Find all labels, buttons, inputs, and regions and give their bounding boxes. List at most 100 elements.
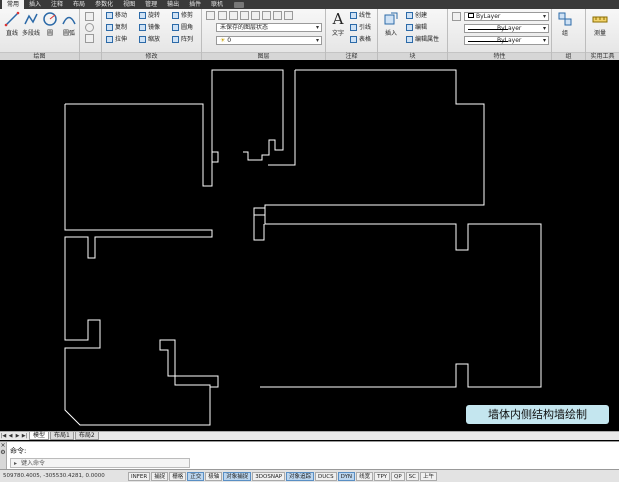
layer-tool-5-icon[interactable] [262, 11, 271, 20]
modify-tool[interactable]: 复制 [106, 23, 127, 32]
block-panel-title[interactable]: 块 [378, 52, 447, 60]
modify-tool-label: 拉伸 [115, 36, 128, 43]
ribbon-tab[interactable]: 参数化 [90, 0, 118, 9]
close-icon[interactable]: × [0, 442, 6, 449]
wall-outline-right-main [260, 215, 542, 388]
leader-tool[interactable]: 引线 [350, 23, 371, 32]
ellipse-icon[interactable] [85, 23, 94, 32]
drawing-canvas[interactable]: 墙体内侧结构墙绘制 [0, 60, 619, 431]
status-toggle-button[interactable]: 对象捕捉 [223, 471, 252, 481]
rectangle-icon[interactable] [85, 12, 94, 21]
modify-tool-icon [139, 12, 146, 19]
draw-panel-title[interactable]: 绘图 [0, 52, 79, 60]
modify-tool-label: 旋转 [148, 12, 161, 19]
table-tool[interactable]: 表格 [350, 35, 371, 44]
status-toggle-button[interactable]: DUCS [315, 471, 337, 481]
layer-tool-3-icon[interactable] [240, 11, 249, 20]
layer-tool-4-icon[interactable] [251, 11, 260, 20]
first-layout-button[interactable]: |◀ [0, 432, 7, 440]
status-toggle-button[interactable]: QP [391, 471, 405, 481]
match-properties-icon[interactable] [452, 12, 461, 21]
command-area: × ⚙ 命令: ▸ 键入命令 [0, 441, 619, 470]
leader-icon [350, 24, 357, 31]
groups-panel-title[interactable]: 组 [552, 52, 585, 60]
group-tool[interactable]: 组 [554, 11, 576, 37]
modify-tool[interactable]: 阵列 [172, 35, 193, 44]
status-toggle-button[interactable]: 捕捉 [151, 471, 169, 481]
ribbon-tab[interactable]: 常用 [2, 0, 25, 9]
modify-tool[interactable]: 旋转 [139, 11, 160, 20]
layer-state-dropdown[interactable]: 未保存的图层状态 [216, 23, 322, 32]
insert-tool[interactable]: 插入 [380, 11, 402, 37]
modify-tool-icon [106, 36, 113, 43]
draw-extra-title [80, 52, 101, 60]
status-toggle-button[interactable]: 对象追踪 [286, 471, 315, 481]
status-toggle-button[interactable]: TPY [374, 471, 390, 481]
properties-panel-title[interactable]: 特性 [448, 52, 551, 60]
utilities-panel-title[interactable]: 实用工具 [586, 52, 619, 60]
layer-tool-6-icon[interactable] [273, 11, 282, 20]
status-toggle-button[interactable]: 上午 [420, 471, 438, 481]
last-layout-button[interactable]: ▶| [21, 432, 28, 440]
ribbon-tab[interactable]: 插件 [184, 0, 206, 9]
status-toggle-button[interactable]: 3DOSNAP [252, 471, 286, 481]
tab-model[interactable]: 模型 [29, 432, 50, 440]
ribbon-tab[interactable]: 管理 [140, 0, 162, 9]
modify-tool[interactable]: 镜像 [139, 23, 160, 32]
status-toggle-button[interactable]: 线宽 [356, 471, 374, 481]
measure-tool[interactable]: 测量 [589, 11, 611, 37]
current-layer-name: 0 [227, 37, 232, 44]
layer-tool-1-icon[interactable] [218, 11, 227, 20]
text-icon: A [332, 10, 344, 28]
ribbon-tab[interactable]: 布局 [68, 0, 90, 9]
tab-layout2[interactable]: 布局2 [74, 432, 99, 440]
layer-tool-2-icon[interactable] [229, 11, 238, 20]
annotation-panel-title[interactable]: 注释 [326, 52, 377, 60]
create-block-tool[interactable]: 创建 [406, 11, 427, 20]
leader-label: 引线 [359, 24, 372, 31]
status-toggle-button[interactable]: 极轴 [205, 471, 223, 481]
status-toggle-button[interactable]: INFER [128, 471, 151, 481]
modify-tool-icon [139, 36, 146, 43]
edit-block-tool[interactable]: 编辑 [406, 23, 427, 32]
ribbon-tab[interactable]: 注释 [46, 0, 68, 9]
modify-tool-label: 缩放 [148, 36, 161, 43]
linetype-dropdown[interactable]: ByLayer [464, 24, 549, 33]
modify-tool[interactable]: 圆角 [172, 23, 193, 32]
command-input[interactable]: ▸ 键入命令 [10, 458, 190, 468]
ribbon-tab[interactable]: 输出 [162, 0, 184, 9]
ribbon-tab[interactable]: 插入 [24, 0, 46, 9]
block-panel: 插入 创建 编辑 编辑属性 块 [378, 9, 448, 60]
status-toggle-button[interactable]: DYN [337, 471, 356, 481]
modify-panel-title[interactable]: 修改 [102, 52, 201, 60]
command-window-handle[interactable]: × ⚙ [0, 442, 7, 470]
draw-extra-panel [80, 9, 102, 60]
command-history: 命令: [10, 447, 27, 455]
edit-attribute-tool[interactable]: 编辑属性 [406, 35, 439, 44]
current-layer-dropdown[interactable]: ☀ 0 [216, 36, 322, 45]
hatch-icon[interactable] [85, 34, 94, 43]
next-layout-button[interactable]: ▶ [14, 432, 21, 440]
settings-icon[interactable]: ⚙ [0, 449, 6, 456]
layer-properties-icon[interactable] [206, 11, 215, 20]
layers-panel-title[interactable]: 图层 [202, 52, 325, 60]
tab-layout1[interactable]: 布局1 [50, 432, 74, 440]
wall-outline-left-upper [65, 69, 284, 187]
ribbon-tab[interactable]: 联机 [206, 0, 228, 9]
arc-tool[interactable]: 圆弧 [58, 11, 80, 37]
lineweight-dropdown[interactable]: ByLayer [464, 36, 549, 45]
ribbon-minimize-button[interactable] [234, 1, 245, 8]
status-toggle-button[interactable]: 正交 [187, 471, 205, 481]
modify-tool[interactable]: 拉伸 [106, 35, 127, 44]
color-dropdown[interactable]: ByLayer [464, 12, 549, 21]
modify-tool[interactable]: 修剪 [172, 11, 193, 20]
linear-dim-tool[interactable]: 线性 [350, 11, 371, 20]
layer-tool-7-icon[interactable] [284, 11, 293, 20]
text-tool[interactable]: A 文字 [327, 11, 349, 37]
ribbon-tab[interactable]: 视图 [118, 0, 140, 9]
status-toggle-button[interactable]: 栅格 [169, 471, 187, 481]
modify-tool[interactable]: 移动 [106, 11, 127, 20]
prev-layout-button[interactable]: ◀ [7, 432, 14, 440]
status-toggle-button[interactable]: SC [405, 471, 419, 481]
modify-tool[interactable]: 缩放 [139, 35, 160, 44]
